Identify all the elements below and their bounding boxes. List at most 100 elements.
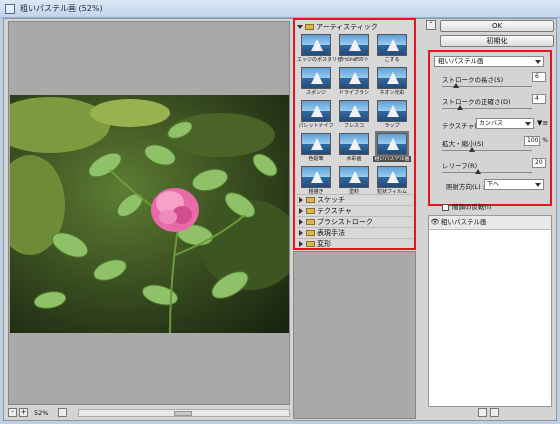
stroke-length-control: ストロークの長さ(S) 6 [440,72,548,92]
filter-thumbnail[interactable]: 粗いパステル画 [373,131,411,166]
folder-icon [306,219,315,225]
stroke-detail-control: ストロークの正確さ(D) 4 [440,94,548,114]
stroke-detail-label: ストロークの正確さ(D) [442,98,511,106]
gallery-empty-area [293,251,416,419]
folder-icon [306,208,315,214]
filter-thumbnail-label: パレットナイフ [298,123,334,129]
folder-row[interactable]: 表現手法 [297,227,413,238]
ok-button[interactable]: OK [440,20,554,32]
filter-preview-image [339,67,369,89]
stroke-detail-input[interactable]: 4 [532,94,546,104]
filter-thumbnail-label: 粗いパステル画 [373,156,411,162]
filter-preview-image [377,34,407,56]
horizontal-scrollbar[interactable] [78,409,290,417]
filter-thumbnail[interactable]: 色鉛筆 [297,133,335,166]
filter-preview-image [339,100,369,122]
filter-preview-image [377,100,407,122]
filter-thumbnail-label: ドライブラシ [339,90,369,96]
filter-thumbnail[interactable]: パレットナイフ [297,100,335,133]
filter-gallery-panel: アーティスティック エッジのポスタリゼーション カットアウト こするスポンジ ドライブ… [293,18,416,250]
default-button[interactable]: 初期化 [440,35,554,47]
stroke-detail-slider-knob[interactable] [457,105,463,110]
filter-preview-image [301,133,331,155]
filter-thumbnail[interactable]: ドライブラシ [335,67,373,100]
folder-row[interactable]: ブラシストローク [297,216,413,227]
stroke-length-label: ストロークの長さ(S) [442,76,504,84]
filter-thumbnail[interactable]: こする [373,34,411,67]
invert-label: 階調の反転(I) [452,203,492,211]
preview-pane[interactable] [8,21,290,405]
stroke-length-input[interactable]: 6 [532,72,546,82]
filter-thumbnail-label: ラップ [384,123,400,129]
scaling-input[interactable]: 100 [524,136,540,146]
rose-flower [151,188,199,232]
effect-layer-row[interactable]: 👁 粗いパステル画 [429,216,551,230]
effect-layers-panel: 👁 粗いパステル画 [428,215,552,407]
filter-thumbnail-label: スポンジ [305,90,326,96]
filter-thumbnail[interactable]: ネオン光彩 [373,67,411,100]
relief-slider-knob[interactable] [475,169,481,174]
filter-thumbnail[interactable]: フレスコ [335,100,373,133]
filter-preview-image [301,34,331,56]
filter-thumbnail-label: ネオン光彩 [379,90,405,96]
filter-preview-image [375,131,409,157]
zoom-in-button[interactable]: + [19,408,28,417]
collapsed-triangle-icon [299,208,303,214]
expanded-triangle-icon [297,25,303,29]
new-effect-layer-icon[interactable] [478,408,487,417]
filter-thumbnail[interactable]: エッジのポスタリゼーション [297,34,362,67]
app-icon [5,4,15,14]
window-title: 粗いパステル画 (52%) [20,4,103,13]
folder-label: スケッチ [317,196,345,204]
stroke-length-slider-knob[interactable] [452,83,459,88]
texture-select[interactable]: カンバス [476,118,534,129]
collapse-gallery-button[interactable]: ⌃ [426,20,436,30]
relief-input[interactable]: 20 [532,158,546,168]
filter-select[interactable]: 粗いパステル画 [434,56,544,67]
folder-row[interactable]: テクスチャ [297,205,413,216]
filter-preview-image [301,166,331,188]
settings-column: ⌃ OK 初期化 粗いパステル画 ストロークの長さ(S) 6 ストロークの正確さ… [422,19,556,419]
invert-checkbox[interactable] [442,203,449,211]
preview-image[interactable] [10,95,289,333]
stroke-detail-slider[interactable] [442,108,532,109]
title-bar: 粗いパステル画 (52%) [0,0,560,18]
filter-thumbnail[interactable]: ラップ [373,100,411,133]
filter-thumbnail-label: 色鉛筆 [308,156,324,162]
folder-row[interactable]: 変形 [297,238,413,249]
folder-label: 変形 [317,240,331,248]
light-direction-select[interactable]: 下へ [484,179,544,190]
filter-thumbnail-label: フレスコ [343,123,364,129]
preview-status-bar: - + 52% [8,407,290,419]
filter-preview-image [377,166,407,188]
filter-thumbnail[interactable]: 水彩画 [335,133,373,166]
filter-gallery-window: - + 52% アーティスティック エッジのポスタリゼーション カットアウト こする… [3,18,557,421]
folder-artistic[interactable]: アーティスティック [297,22,413,32]
eye-icon[interactable]: 👁 [429,216,441,229]
filter-thumbnail[interactable]: スポンジ [297,67,335,100]
texture-menu-icon[interactable]: ▼≡ [537,119,548,127]
folder-row[interactable]: スケッチ [297,194,413,205]
filter-thumbnail-label: 水彩画 [346,156,362,162]
filter-thumbnail-label: こする [384,57,400,63]
zoom-out-button[interactable]: - [8,408,17,417]
relief-slider[interactable] [442,172,532,173]
chevron-down-icon [525,122,531,126]
folder-artistic-label: アーティスティック [316,23,378,31]
scrollbar-thumb[interactable] [174,411,192,416]
filter-preview-image [301,100,331,122]
folder-label: ブラシストローク [317,218,373,226]
scaling-slider[interactable] [442,150,532,151]
trash-icon[interactable] [490,408,499,417]
chevron-down-icon [535,183,541,187]
scaling-slider-knob[interactable] [469,147,475,152]
filter-thumbnails: エッジのポスタリゼーション カットアウト こするスポンジ ドライブラシ ネオン光彩パレッ… [297,34,413,199]
collapsed-triangle-icon [299,230,303,236]
filter-thumbnail[interactable]: カットアウト [335,34,373,67]
texture-select-value: カンバス [479,120,504,127]
scaling-unit: % [542,137,548,144]
filter-preview-image [301,67,331,89]
invert-control[interactable]: 階調の反転(I) [442,201,492,211]
zoom-dropdown-button[interactable] [58,408,67,417]
folder-label: 表現手法 [317,229,345,237]
